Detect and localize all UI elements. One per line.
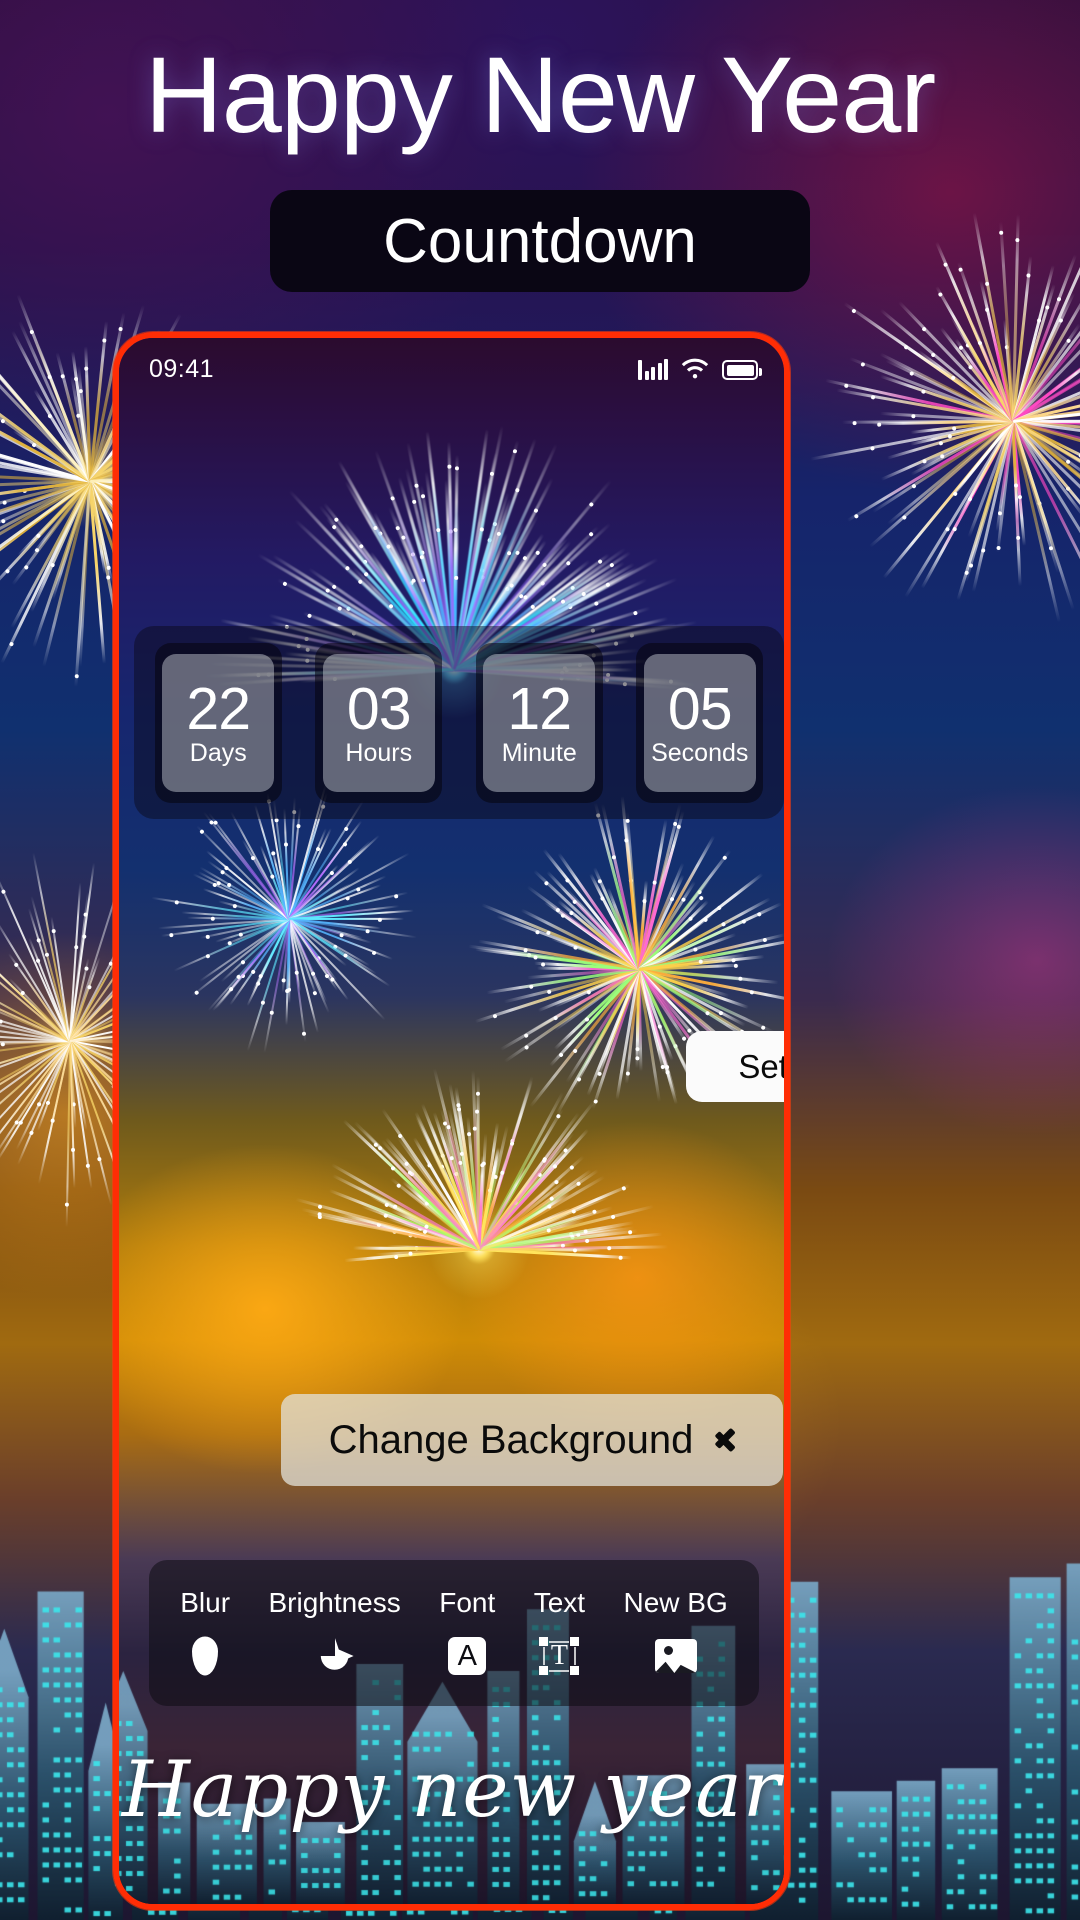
chevron-right-icon (715, 1423, 735, 1457)
countdown-minutes-label: Minute (502, 741, 577, 766)
toolbar-blur-label: Blur (180, 1589, 230, 1617)
countdown-days-label: Days (190, 741, 247, 766)
change-background-button[interactable]: Change Background (281, 1394, 783, 1486)
countdown-unit-days: 22 Days (155, 643, 282, 803)
toolbar-font-label: Font (439, 1589, 495, 1617)
countdown-seconds-value: 05 (668, 680, 732, 739)
toolbar-item-font[interactable]: Font A (439, 1589, 495, 1677)
wifi-icon (681, 358, 709, 380)
countdown-hours-value: 03 (347, 680, 411, 739)
toolbar-brightness-label: Brightness (268, 1589, 400, 1617)
greeting-text: Happy new year (119, 1751, 784, 1829)
editor-toolbar: Blur Brightness Font A Text T New BG (149, 1560, 759, 1706)
font-a-icon: A (446, 1635, 488, 1677)
countdown-seconds-label: Seconds (651, 741, 748, 766)
text-box-icon: T (538, 1635, 580, 1677)
set-time-button[interactable]: Set Time (686, 1031, 790, 1102)
phone-frame: 09:41 22 Days 03 Hours 12 Minute 05 Seco… (113, 332, 790, 1910)
image-icon (655, 1635, 697, 1677)
signal-bars-icon (638, 358, 668, 380)
toolbar-text-label: Text (534, 1589, 585, 1617)
countdown-panel: 22 Days 03 Hours 12 Minute 05 Seconds (134, 626, 784, 819)
change-background-label: Change Background (329, 1418, 694, 1463)
countdown-days-value: 22 (186, 680, 250, 739)
status-bar-time: 09:41 (149, 355, 214, 384)
toolbar-item-new-bg[interactable]: New BG (624, 1589, 728, 1677)
firework-yellow-bottom (329, 1098, 629, 1398)
battery-icon (722, 360, 758, 380)
firework-blue-small (174, 803, 404, 1033)
phone-screen: 09:41 22 Days 03 Hours 12 Minute 05 Seco… (119, 338, 784, 1904)
countdown-badge: Countdown (270, 190, 810, 292)
countdown-badge-label: Countdown (383, 206, 697, 277)
countdown-minutes-value: 12 (507, 680, 571, 739)
status-bar-icons (638, 358, 758, 380)
toolbar-item-blur[interactable]: Blur (180, 1589, 230, 1677)
toolbar-item-brightness[interactable]: Brightness (268, 1589, 400, 1677)
countdown-unit-hours: 03 Hours (315, 643, 442, 803)
status-bar: 09:41 (119, 338, 784, 400)
toolbar-new-bg-label: New BG (624, 1589, 728, 1617)
toolbar-item-text[interactable]: Text T (534, 1589, 585, 1677)
countdown-unit-seconds: 05 Seconds (636, 643, 763, 803)
water-drop-icon (184, 1635, 226, 1677)
countdown-hours-label: Hours (345, 741, 412, 766)
page-title: Happy New Year (0, 38, 1080, 151)
countdown-unit-minutes: 12 Minute (476, 643, 603, 803)
brightness-icon (314, 1635, 356, 1677)
